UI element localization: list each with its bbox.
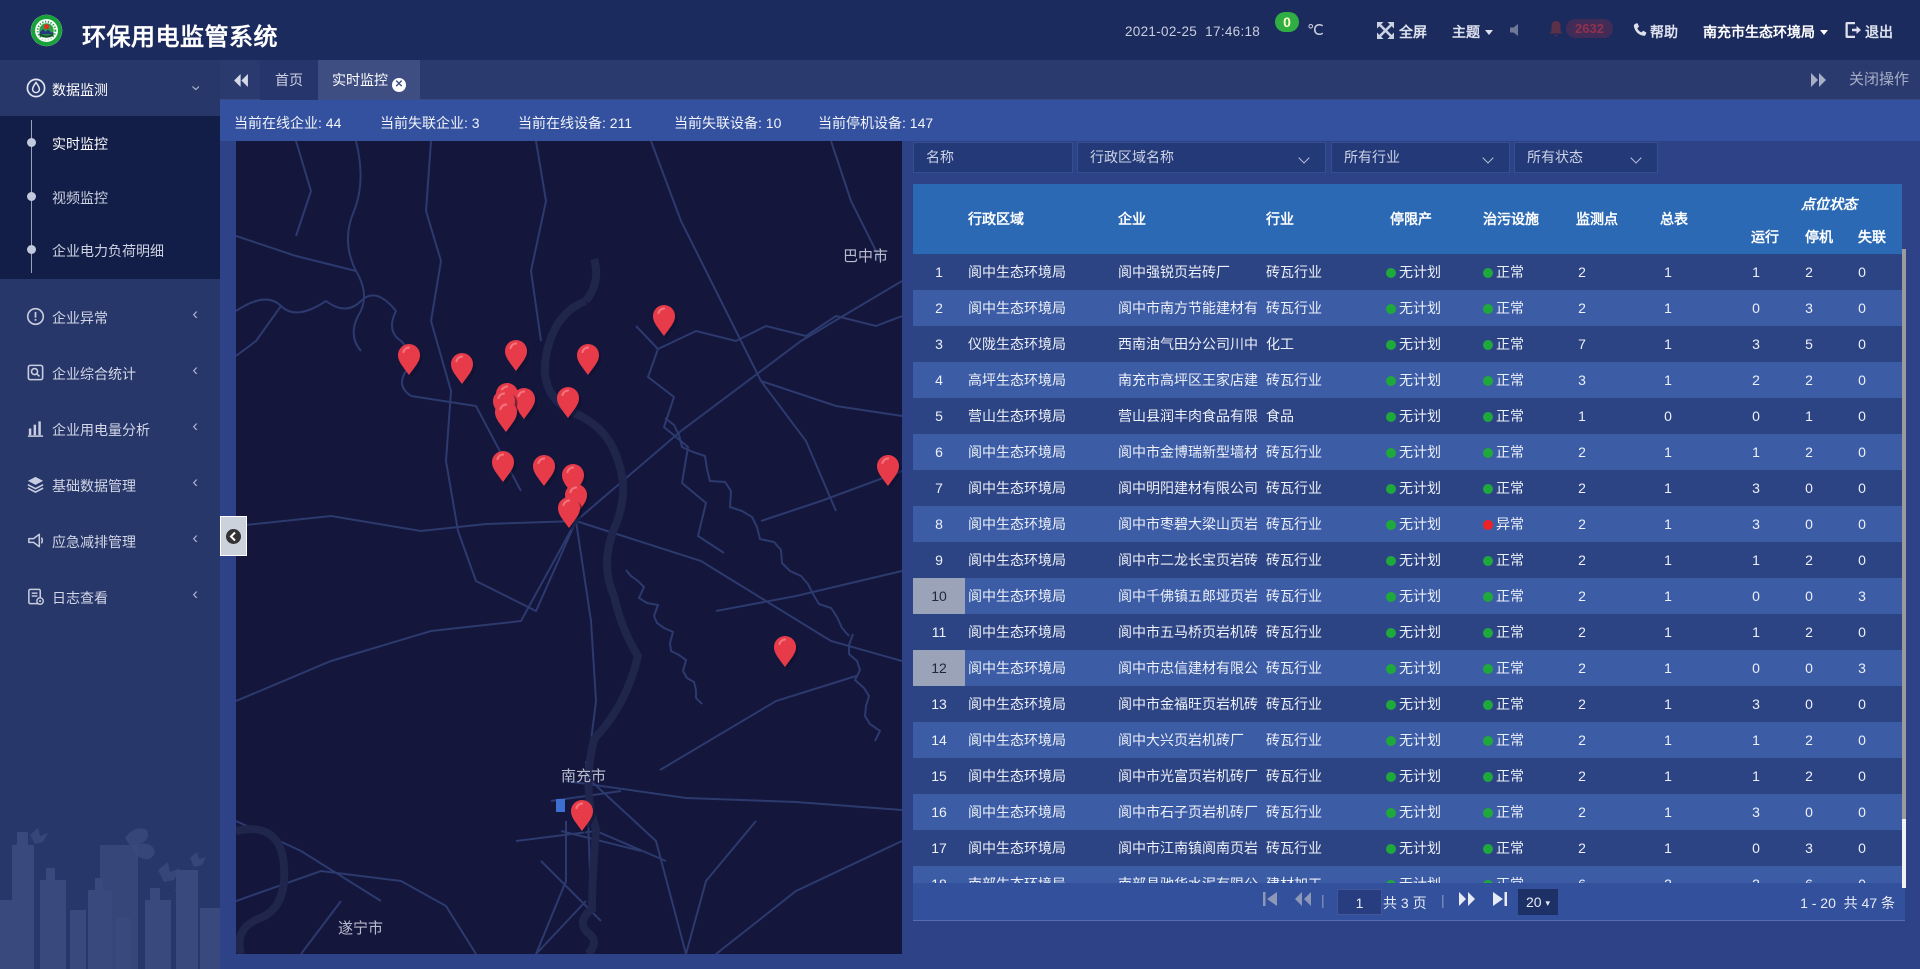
svg-text:南充市: 南充市 [561,768,606,785]
svg-text:遂宁市: 遂宁市 [338,920,383,937]
svg-text:巴中市: 巴中市 [843,248,888,265]
